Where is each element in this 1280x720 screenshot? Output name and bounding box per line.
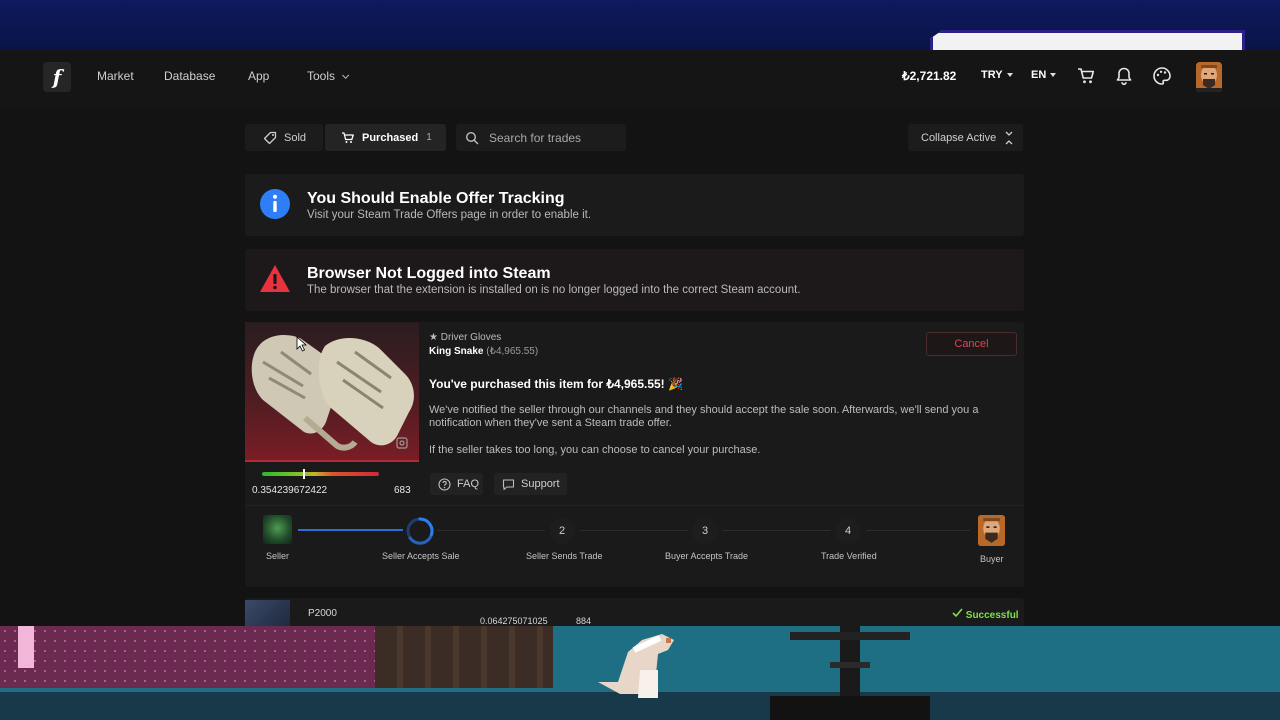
row-float-value: 0.064275071025 [480, 616, 548, 626]
support-button[interactable]: Support [494, 473, 567, 495]
float-value: 0.354239672422 [252, 485, 328, 496]
currency-label: TRY [981, 69, 1003, 81]
wear-bar [262, 472, 379, 476]
alert-subtitle: Visit your Steam Trade Offers page in or… [307, 209, 592, 221]
language-label: EN [1031, 69, 1047, 81]
pattern-index: 683 [394, 485, 411, 496]
user-avatar[interactable] [1196, 62, 1222, 92]
collapse-active-button[interactable]: Collapse Active [908, 124, 1023, 151]
purchased-message: You've purchased this item for ₺4,965.55… [429, 377, 683, 391]
progress-line [723, 530, 831, 531]
item-image[interactable] [245, 322, 419, 462]
language-select[interactable]: EN [1031, 69, 1057, 81]
trade-row[interactable] [245, 598, 1024, 628]
buyer-avatar [978, 515, 1005, 546]
step-label: Seller Accepts Sale [382, 551, 460, 561]
search-icon [465, 131, 479, 144]
step-number: 3 [692, 518, 718, 544]
progress-line [437, 530, 545, 531]
nav-tools-menu[interactable]: Tools [307, 69, 350, 83]
step-label: Buyer Accepts Trade [665, 551, 749, 561]
caret-down-icon [1050, 73, 1057, 78]
step-number: 2 [549, 518, 575, 544]
overlay-pixel-scene [0, 626, 1280, 720]
steam-login-alert: Browser Not Logged into Steam The browse… [245, 249, 1024, 311]
item-price: (₺4,965.55) [486, 346, 539, 357]
progress-line-done [298, 529, 403, 531]
cancel-button[interactable]: Cancel [926, 332, 1017, 356]
seller-avatar [263, 515, 292, 544]
item-name-line: King Snake (₺4,965.55) [429, 346, 538, 357]
collapse-icon [1005, 131, 1013, 144]
question-icon [438, 477, 451, 491]
pixel-banner [930, 30, 1245, 52]
info-icon [260, 189, 290, 219]
mouse-cursor-icon [296, 336, 308, 352]
alert-title: Browser Not Logged into Steam [307, 265, 551, 282]
tab-purchased[interactable]: Purchased 1 [325, 124, 446, 151]
nav-database-link[interactable]: Database [164, 69, 215, 83]
check-icon [952, 608, 963, 618]
currency-select[interactable]: TRY [981, 69, 1013, 81]
support-label: Support [521, 478, 560, 490]
tab-purchased-label: Purchased [362, 131, 419, 144]
cancel-info-message: If the seller takes too long, you can ch… [429, 444, 761, 456]
pixel-door [375, 626, 553, 688]
trade-search-input[interactable]: Search for trades [456, 124, 626, 151]
loading-spinner-icon [406, 517, 434, 545]
caret-down-icon [1006, 73, 1013, 78]
status-label: Successful [965, 610, 1019, 621]
tab-sold[interactable]: Sold [245, 124, 323, 151]
status-badge: Successful [952, 608, 1019, 621]
card-divider [245, 505, 1024, 506]
nav-tools-label: Tools [307, 69, 336, 83]
chat-icon [502, 478, 515, 490]
pixel-cat-image [598, 634, 674, 698]
nav-app-link[interactable]: App [248, 69, 269, 83]
offer-tracking-alert: You Should Enable Offer Tracking Visit y… [245, 174, 1024, 236]
inspect-icon[interactable] [396, 437, 408, 449]
p2000-image [245, 600, 290, 626]
tab-sold-label: Sold [284, 131, 307, 144]
faq-label: FAQ [457, 478, 480, 490]
step-label: Seller Sends Trade [526, 551, 603, 561]
wallet-balance[interactable]: ₺2,721.82 [902, 69, 956, 83]
warning-icon [260, 265, 290, 292]
notify-message: We've notified the seller through our ch… [429, 404, 979, 429]
step-label: Trade Verified [821, 551, 877, 561]
progress-line [580, 530, 688, 531]
item-name: King Snake [429, 346, 484, 357]
search-placeholder: Search for trades [489, 130, 582, 145]
seller-label: Seller [266, 551, 290, 561]
wear-marker [303, 469, 306, 479]
pixel-wall [0, 626, 375, 688]
item-type: ★ Driver Gloves [429, 332, 502, 343]
palette-icon[interactable] [1152, 66, 1172, 86]
buyer-label: Buyer [980, 554, 1004, 564]
bell-icon[interactable] [1114, 66, 1134, 86]
alert-title: You Should Enable Offer Tracking [307, 190, 565, 207]
faq-button[interactable]: FAQ [430, 473, 483, 495]
site-logo[interactable]: f [43, 62, 71, 92]
cart-icon [342, 131, 354, 143]
nav-market-link[interactable]: Market [97, 69, 134, 83]
purchased-count-badge: 1 [426, 132, 432, 143]
step-number: 4 [835, 518, 861, 544]
row-item-name: P2000 [308, 608, 337, 619]
row-pattern-index: 884 [576, 616, 592, 626]
pixel-tower-image [770, 626, 930, 720]
alert-subtitle: The browser that the extension is instal… [307, 284, 801, 296]
collapse-active-label: Collapse Active [921, 131, 997, 144]
gloves-image [251, 334, 414, 451]
tag-icon [263, 131, 277, 144]
pixel-pillar [18, 626, 34, 668]
cart-icon[interactable] [1076, 66, 1096, 86]
progress-line [866, 530, 970, 531]
